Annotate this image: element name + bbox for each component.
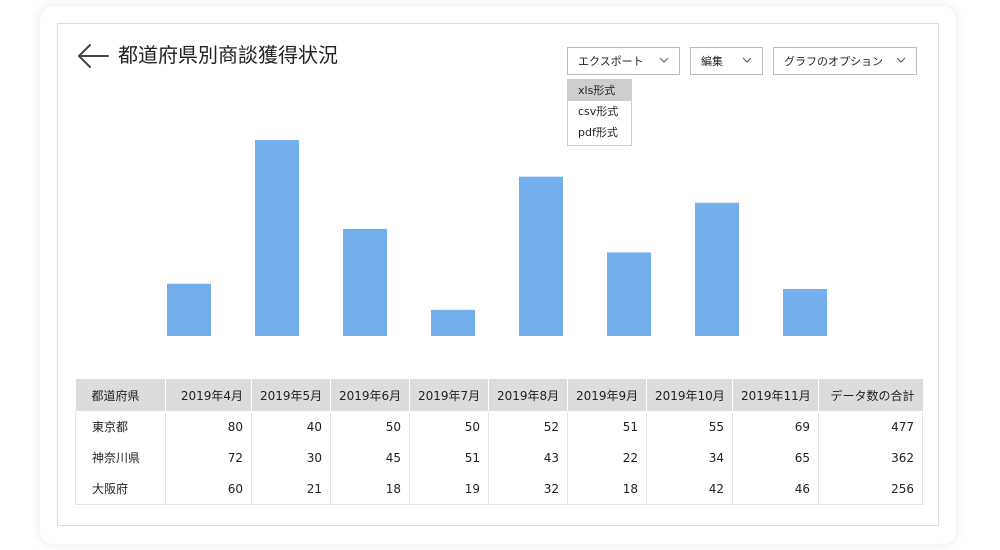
table-cell-prefecture: 大阪府 xyxy=(75,473,166,505)
table-cell-value: 34 xyxy=(646,442,733,473)
table-header-cell[interactable]: 2019年5月 xyxy=(251,379,331,411)
table-cell-prefecture: 神奈川県 xyxy=(92,451,141,465)
table-cell-value: 32 xyxy=(488,473,568,505)
table-header-cell[interactable]: 2019年8月 xyxy=(488,379,568,411)
table-cell-value: 21 xyxy=(251,473,331,505)
chart-bar xyxy=(695,202,739,336)
table-cell-value: 18 xyxy=(567,473,647,505)
chart-bar xyxy=(607,252,651,336)
table-cell-value: 40 xyxy=(251,411,331,442)
table-cell-value: 19 xyxy=(409,473,489,505)
table-cell-value: 46 xyxy=(732,473,819,505)
table-header-cell[interactable]: 2019年10月 xyxy=(646,379,733,411)
table-row: 大阪府 60 21 18 19 32 18 42 46 256 xyxy=(75,473,923,505)
table-cell-value: 45 xyxy=(330,442,410,473)
table-cell-value: 72 xyxy=(165,442,252,473)
table-cell-value: 256 xyxy=(818,473,923,505)
data-table: 都道府県 2019年4月 2019年5月 2019年6月 2019年7月 2019年8月 2… xyxy=(75,379,923,505)
table-cell-value: 65 xyxy=(732,442,819,473)
table-cell-value: 43 xyxy=(488,442,568,473)
table-cell-value: 477 xyxy=(818,411,923,442)
table-header-cell[interactable]: データ数の合計 xyxy=(818,379,923,411)
table-row: 神奈川県 72 30 45 51 43 22 34 65 362 xyxy=(76,442,923,473)
table-row: 東京都 80 40 50 50 52 51 55 69 477 xyxy=(76,411,923,442)
table-cell-value: 55 xyxy=(646,411,733,442)
chart-bar xyxy=(783,288,827,336)
chart-bar xyxy=(431,309,475,336)
table-cell-value: 60 xyxy=(165,473,252,505)
chart-bar xyxy=(519,176,563,336)
table-header-cell[interactable]: 2019年9月 xyxy=(567,379,647,411)
table-cell-value: 30 xyxy=(251,442,331,473)
table-cell-value: 51 xyxy=(409,442,489,473)
table-cell-value: 18 xyxy=(330,473,410,505)
chart-bar xyxy=(343,228,387,336)
table-cell-value: 22 xyxy=(567,442,647,473)
table-cell-value: 80 xyxy=(165,411,252,442)
table-cell-value: 50 xyxy=(409,411,489,442)
table-cell-value: 50 xyxy=(330,411,410,442)
table-cell-value: 51 xyxy=(567,411,647,442)
table-cell-value: 52 xyxy=(488,411,568,442)
table-cell-value: 69 xyxy=(732,411,819,442)
table-cell-prefecture: 東京都 xyxy=(92,420,129,434)
chart-bar xyxy=(167,283,211,336)
table-header-row: 都道府県 2019年4月 2019年5月 2019年6月 2019年7月 2019年8月 2… xyxy=(75,379,923,411)
table-header-cell[interactable]: 都道府県 xyxy=(75,379,166,411)
table-header-cell[interactable]: 2019年7月 xyxy=(409,379,489,411)
table-header-cell[interactable]: 2019年4月 xyxy=(165,379,252,411)
table-cell-value: 42 xyxy=(646,473,733,505)
table-header-cell[interactable]: 2019年11月 xyxy=(732,379,819,411)
chart-bar xyxy=(255,140,299,336)
table-cell-value: 362 xyxy=(818,442,923,473)
table-header-cell[interactable]: 2019年6月 xyxy=(330,379,410,411)
